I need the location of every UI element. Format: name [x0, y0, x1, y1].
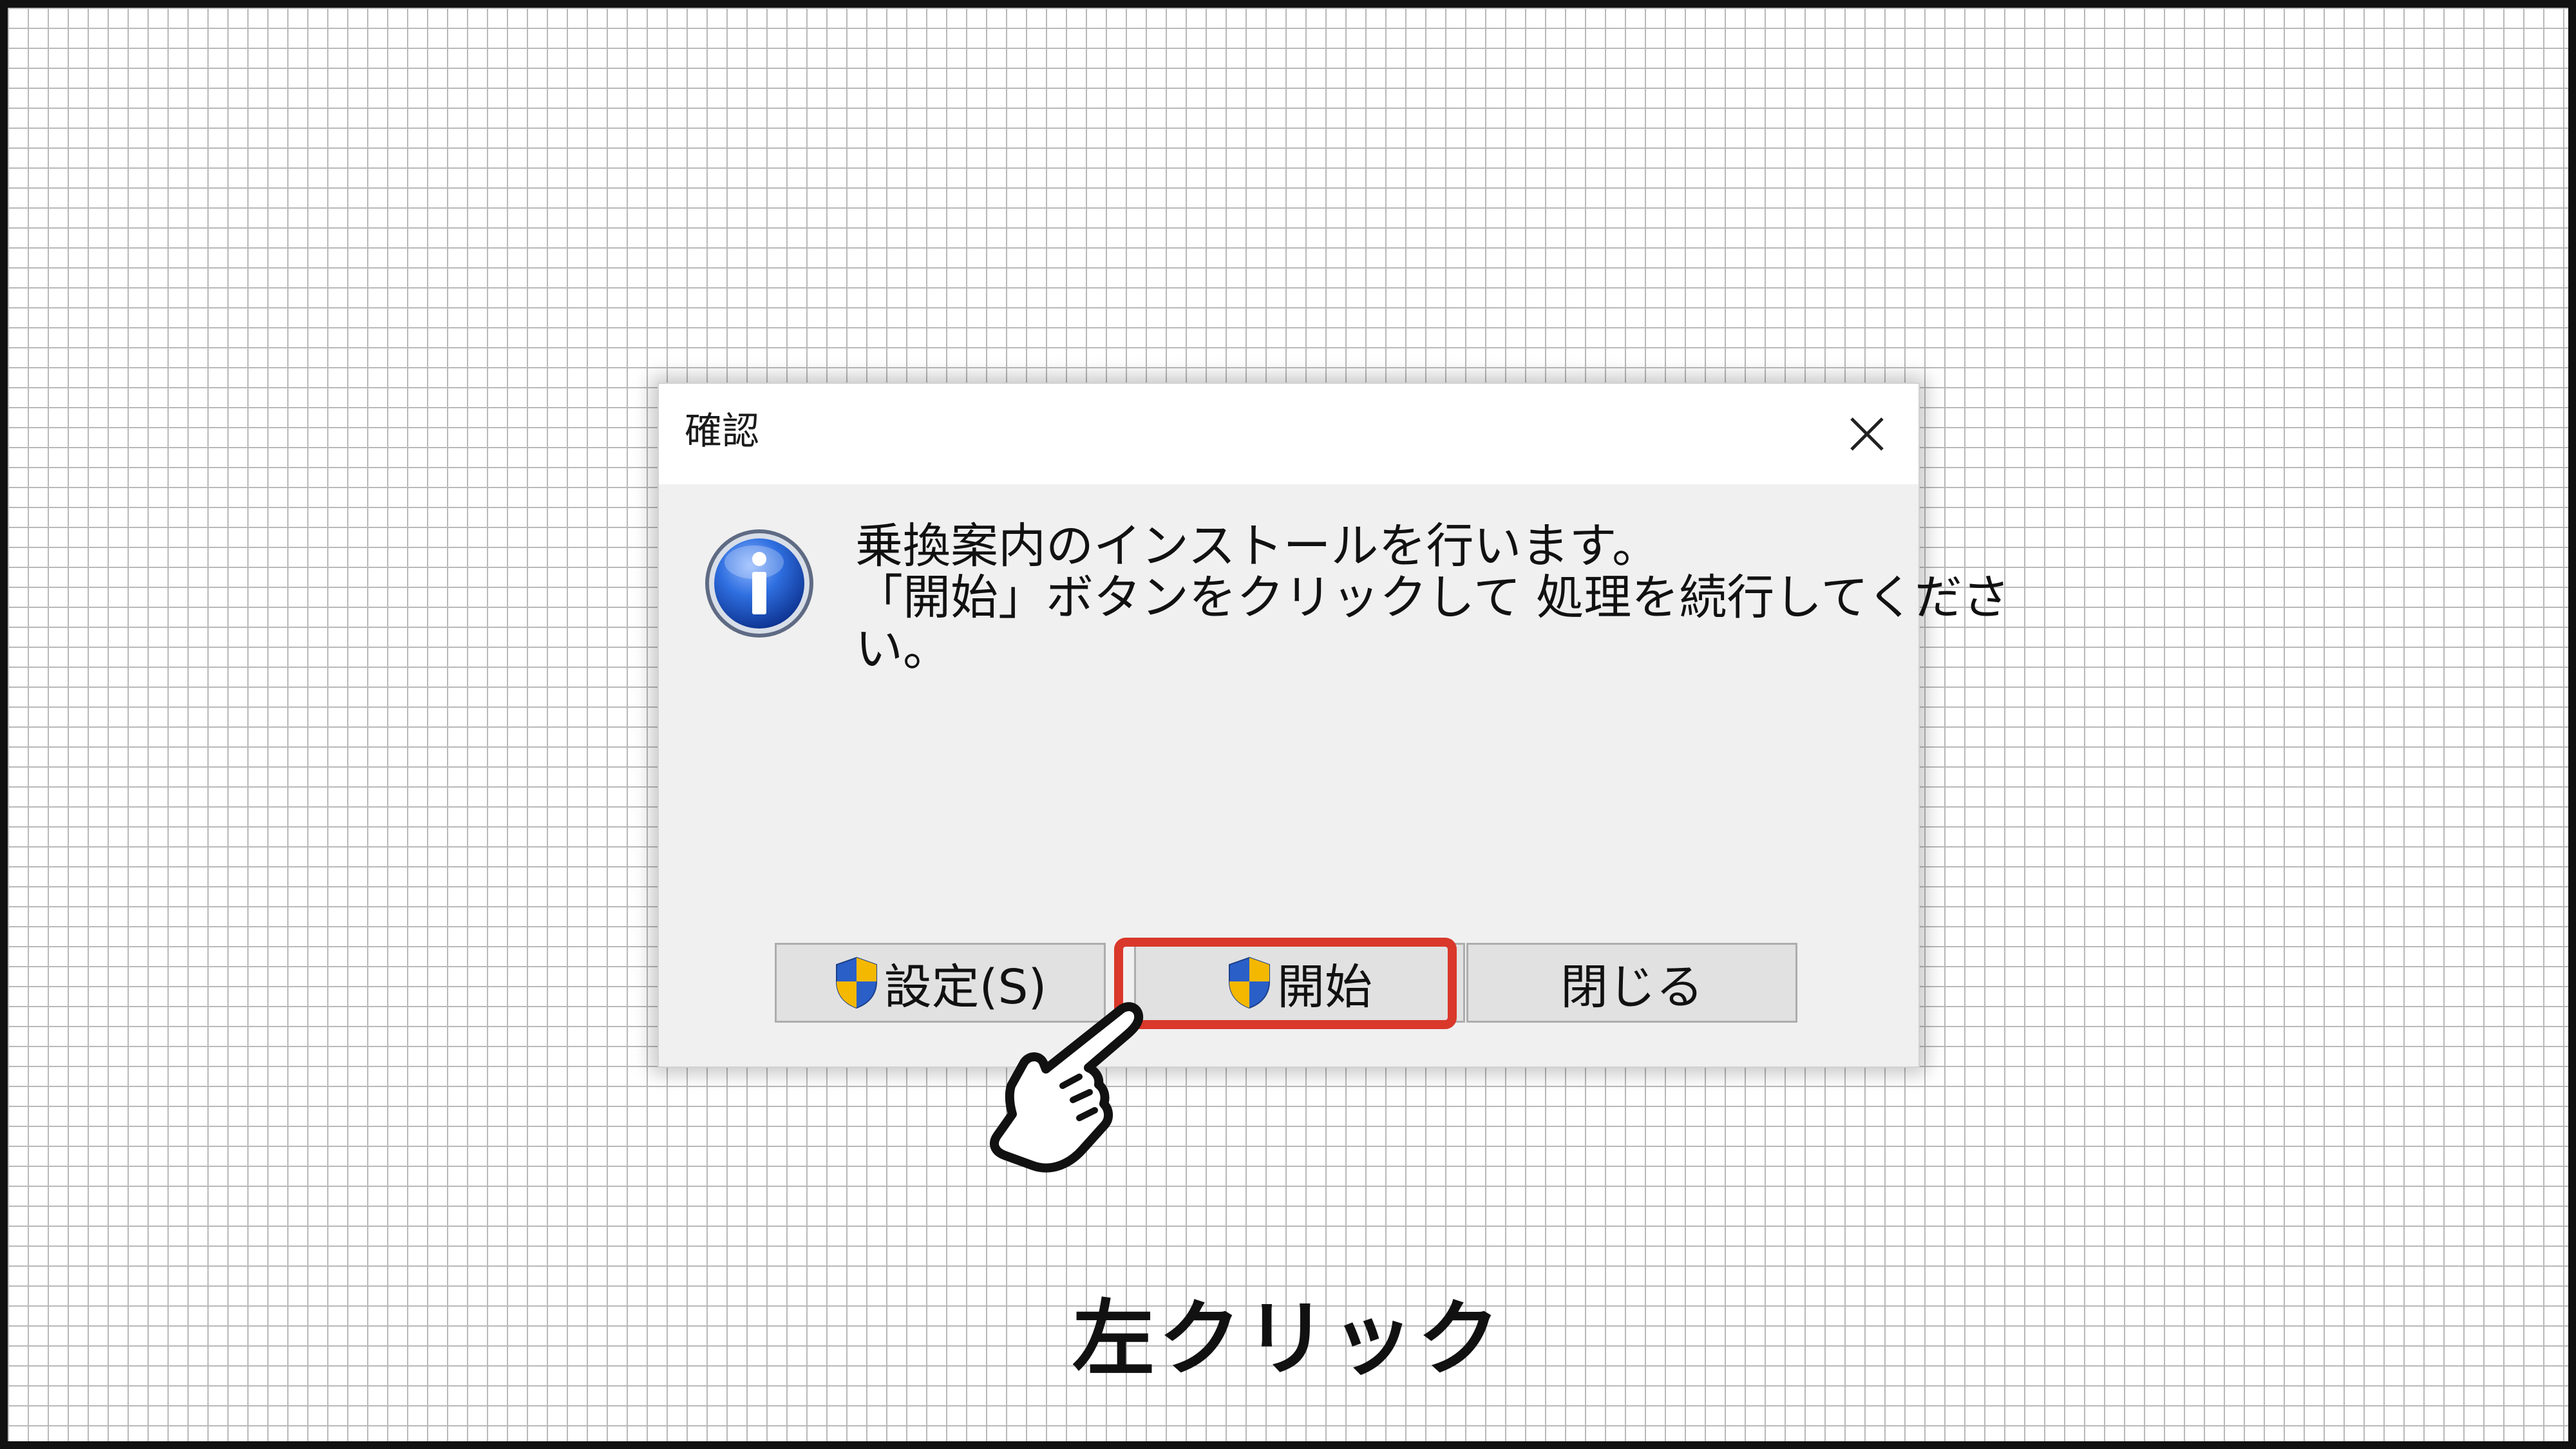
close-icon [1850, 417, 1884, 451]
pointing-hand-icon [990, 1002, 1144, 1173]
close-button[interactable] [1815, 384, 1918, 484]
uac-shield-icon [835, 956, 877, 1009]
start-button-highlight [1114, 938, 1457, 1029]
message-line: 乗換案内のインストールを行います。 [855, 518, 1660, 574]
instruction-caption: 左クリック [1072, 1291, 1504, 1387]
message-line: 「開始」ボタンをクリックして 処理を続行してくださ [855, 570, 2010, 625]
close-dialog-button[interactable]: 閉じる [1466, 943, 1797, 1023]
dialog-titlebar: 確認 [659, 384, 1918, 484]
message-line: い。 [855, 621, 951, 677]
dialog-message: 乗換案内のインストールを行います。 「開始」ボタンをクリックして 処理を続行して… [855, 518, 2010, 677]
dialog-title: 確認 [685, 409, 760, 453]
close-dialog-button-label: 閉じる [1560, 959, 1703, 1015]
info-icon [705, 529, 813, 638]
